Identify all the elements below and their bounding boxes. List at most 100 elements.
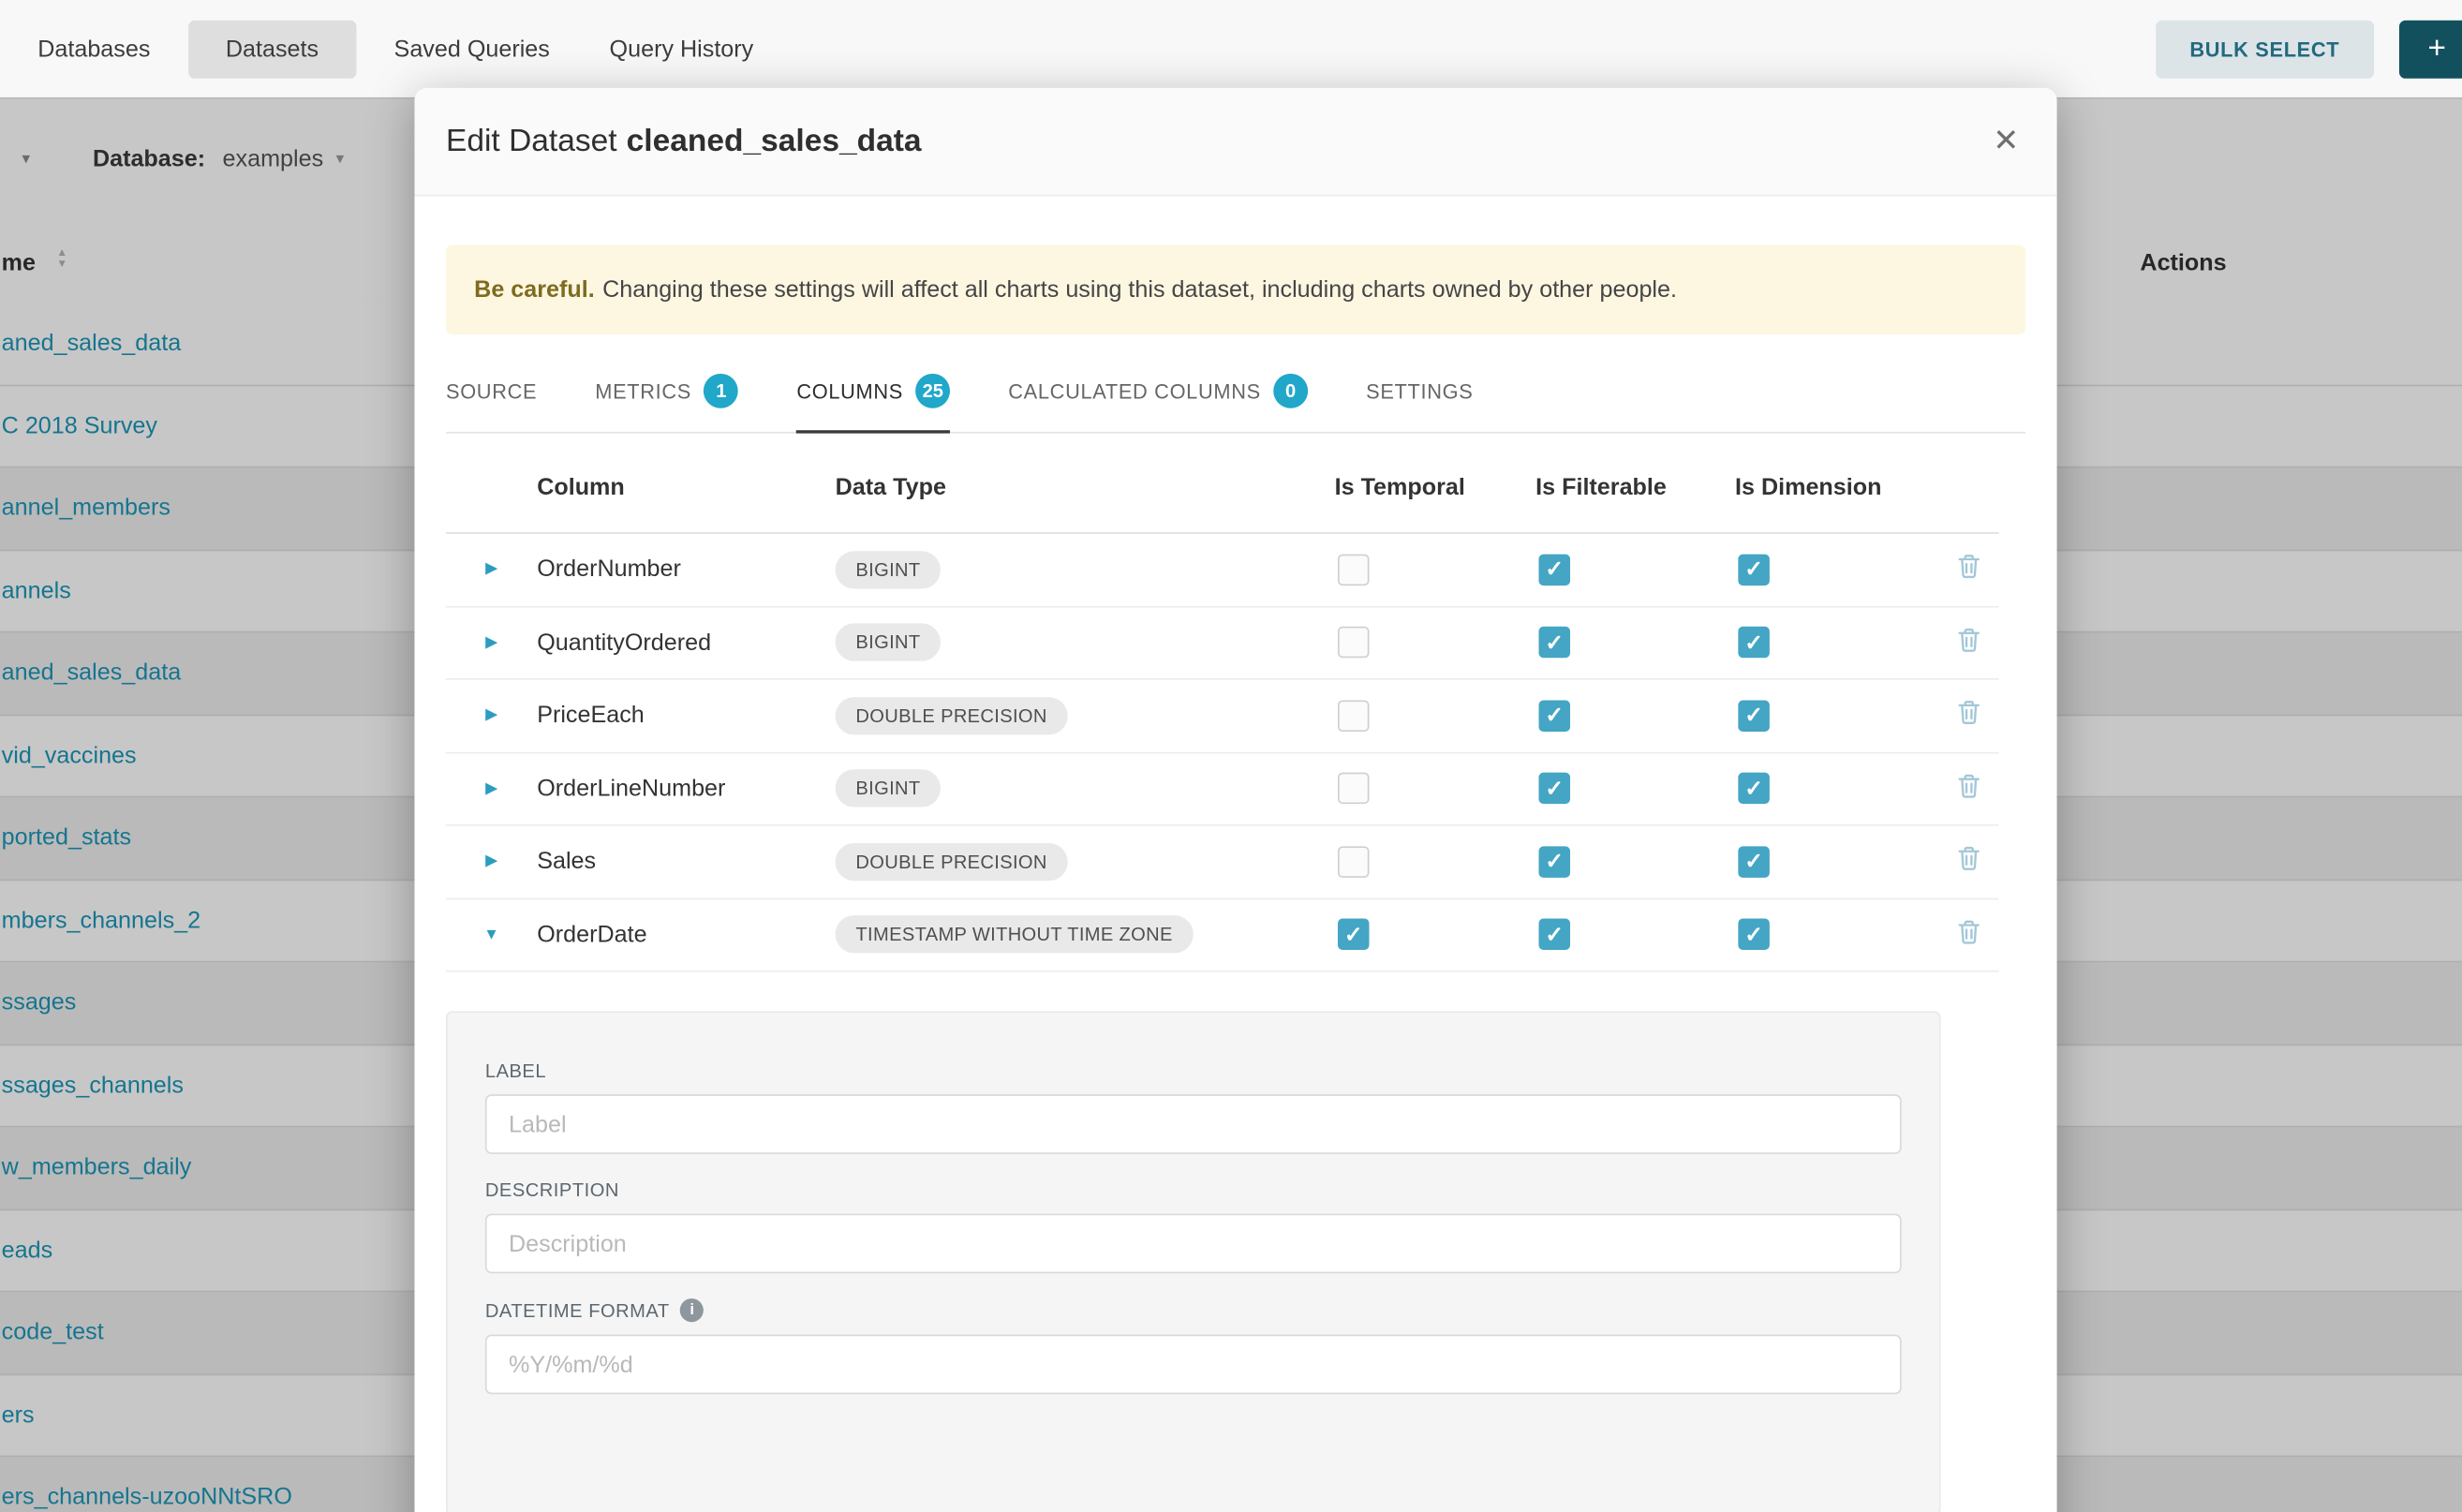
bulk-select-button[interactable]: BULK SELECT <box>2155 20 2374 78</box>
checkbox-cell: ✓ <box>1735 846 1939 878</box>
column-name: Sales <box>537 848 835 874</box>
tab-source[interactable]: SOURCE <box>446 355 537 434</box>
modal-title-prefix: Edit Dataset <box>446 124 617 158</box>
checkbox-cell: ✓ <box>1535 773 1735 805</box>
data-type-pill: DOUBLE PRECISION <box>836 843 1068 881</box>
nav-tabs: Databases Datasets Saved Queries Query Hist… <box>0 20 776 78</box>
data-type-cell: BIGINT <box>836 551 1335 588</box>
label-input[interactable] <box>485 1094 1902 1154</box>
info-icon[interactable]: i <box>680 1298 704 1322</box>
is-dimension-checkbox[interactable]: ✓ <box>1738 773 1770 805</box>
nav-right: BULK SELECT + <box>2155 20 2462 78</box>
collapse-caret-icon[interactable]: ▼ <box>446 926 537 942</box>
tab-badge: 1 <box>704 374 738 408</box>
data-type-pill: BIGINT <box>836 624 942 661</box>
is-temporal-checkbox[interactable]: ✓ <box>1338 919 1370 951</box>
column-name: OrderDate <box>537 921 835 947</box>
tab-columns[interactable]: COLUMNS25 <box>796 355 950 434</box>
modal-title-dataset-name: cleaned_sales_data <box>627 124 922 158</box>
label-field: LABEL <box>485 1060 1902 1154</box>
checkbox-cell: ✓ <box>1535 919 1735 951</box>
column-header-column: Column <box>537 474 835 500</box>
checkbox-cell: ✓ <box>1735 627 1939 659</box>
trash-icon[interactable] <box>1956 553 1981 579</box>
trash-cell <box>1939 845 1999 878</box>
column-header-is-filterable: Is Filterable <box>1535 474 1735 500</box>
description-field-label: DESCRIPTION <box>485 1179 1902 1201</box>
trash-icon[interactable] <box>1956 845 1981 871</box>
expand-caret-icon[interactable]: ▶ <box>446 561 537 578</box>
expand-caret-icon[interactable]: ▶ <box>446 780 537 797</box>
warning-bold-text: Be careful. <box>474 276 595 303</box>
is-temporal-checkbox[interactable] <box>1338 846 1370 878</box>
caret-cell: ▶ <box>446 707 537 724</box>
is-filterable-checkbox[interactable]: ✓ <box>1539 773 1571 805</box>
tab-label: COLUMNS <box>796 379 903 403</box>
is-temporal-checkbox[interactable] <box>1338 554 1370 586</box>
trash-icon[interactable] <box>1956 918 1981 944</box>
is-temporal-checkbox[interactable] <box>1338 773 1370 805</box>
columns-table-rows: ▶OrderNumberBIGINT✓✓ ▶QuantityOrderedBIG… <box>446 534 1999 972</box>
trash-icon[interactable] <box>1956 626 1981 652</box>
nav-item-saved-queries[interactable]: Saved Queries <box>372 20 571 78</box>
caret-cell: ▶ <box>446 852 537 869</box>
checkbox-cell <box>1335 773 1536 805</box>
columns-table: ColumnData TypeIs TemporalIs FilterableI… <box>446 434 1999 972</box>
tab-calculated-columns[interactable]: CALCULATED COLUMNS0 <box>1008 355 1308 434</box>
checkbox-cell: ✓ <box>1735 554 1939 586</box>
tab-settings[interactable]: SETTINGS <box>1366 355 1473 434</box>
tab-label: SOURCE <box>446 379 537 403</box>
is-temporal-checkbox[interactable] <box>1338 700 1370 732</box>
column-row: ▼OrderDateTIMESTAMP WITHOUT TIME ZONE✓✓✓ <box>446 899 1999 972</box>
trash-icon[interactable] <box>1956 699 1981 725</box>
trash-cell <box>1939 699 1999 732</box>
tab-metrics[interactable]: METRICS1 <box>595 355 738 434</box>
is-filterable-checkbox[interactable]: ✓ <box>1539 700 1571 732</box>
is-filterable-checkbox[interactable]: ✓ <box>1539 627 1571 659</box>
edit-dataset-modal: Edit Dataset cleaned_sales_data ✕ Be care… <box>414 88 2056 1512</box>
is-dimension-checkbox[interactable]: ✓ <box>1738 554 1770 586</box>
is-dimension-checkbox[interactable]: ✓ <box>1738 919 1770 951</box>
expand-caret-icon[interactable]: ▶ <box>446 852 537 869</box>
nav-item-query-history[interactable]: Query History <box>587 20 776 78</box>
tab-badge: 0 <box>1273 374 1308 408</box>
checkbox-cell: ✓ <box>1535 846 1735 878</box>
datetime-format-label-text: DATETIME FORMAT <box>485 1299 670 1321</box>
data-type-pill: BIGINT <box>836 551 942 588</box>
checkbox-cell: ✓ <box>1535 627 1735 659</box>
datetime-format-field-label: DATETIME FORMAT i <box>485 1298 1902 1322</box>
column-row: ▶OrderLineNumberBIGINT✓✓ <box>446 753 1999 826</box>
data-type-cell: BIGINT <box>836 770 1335 808</box>
column-name: OrderNumber <box>537 556 835 583</box>
datetime-format-input[interactable] <box>485 1335 1902 1395</box>
checkbox-cell: ✓ <box>1535 700 1735 732</box>
is-temporal-checkbox[interactable] <box>1338 627 1370 659</box>
is-filterable-checkbox[interactable]: ✓ <box>1539 846 1571 878</box>
column-header-is-dimension: Is Dimension <box>1735 474 1939 500</box>
add-dataset-button[interactable]: + <box>2399 20 2462 78</box>
trash-icon[interactable] <box>1956 772 1981 798</box>
is-dimension-checkbox[interactable]: ✓ <box>1738 846 1770 878</box>
nav-item-datasets[interactable]: Datasets <box>188 20 357 78</box>
close-icon[interactable]: ✕ <box>1993 126 2019 157</box>
is-filterable-checkbox[interactable]: ✓ <box>1539 554 1571 586</box>
trash-cell <box>1939 553 1999 586</box>
modal-header: Edit Dataset cleaned_sales_data ✕ <box>414 88 2056 197</box>
data-type-pill: BIGINT <box>836 770 942 808</box>
description-input[interactable] <box>485 1214 1902 1274</box>
modal-tabs: SOURCE METRICS1 COLUMNS25 CALCULATED COLUMN… <box>446 355 2025 434</box>
column-name: QuantityOrdered <box>537 630 835 656</box>
expand-caret-icon[interactable]: ▶ <box>446 707 537 724</box>
checkbox-cell: ✓ <box>1735 919 1939 951</box>
columns-table-header: ColumnData TypeIs TemporalIs FilterableI… <box>446 434 1999 534</box>
is-filterable-checkbox[interactable]: ✓ <box>1539 919 1571 951</box>
expand-caret-icon[interactable]: ▶ <box>446 634 537 651</box>
column-header-data-type: Data Type <box>836 474 1335 500</box>
is-dimension-checkbox[interactable]: ✓ <box>1738 700 1770 732</box>
nav-item-databases[interactable]: Databases <box>16 20 172 78</box>
column-detail-panel: LABEL DESCRIPTION DATETIME FORMAT i <box>446 1011 1941 1512</box>
data-type-pill: DOUBLE PRECISION <box>836 697 1068 734</box>
is-dimension-checkbox[interactable]: ✓ <box>1738 627 1770 659</box>
trash-cell <box>1939 772 1999 805</box>
data-type-cell: TIMESTAMP WITHOUT TIME ZONE <box>836 916 1335 954</box>
